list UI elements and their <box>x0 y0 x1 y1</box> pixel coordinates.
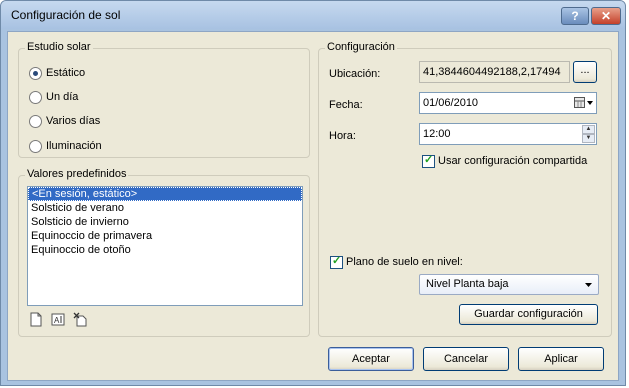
solar-study-title: Estudio solar <box>25 41 93 53</box>
ground-plane-checkbox[interactable] <box>330 254 343 269</box>
time-label: Hora: <box>329 130 356 142</box>
time-down-icon[interactable]: ▼ <box>582 134 595 143</box>
radio-multi-day-label: Varios días <box>46 115 101 127</box>
list-item[interactable]: Equinoccio de primavera <box>28 229 302 243</box>
presets-group: Valores predefinidos <En sesión, estátic… <box>18 168 310 337</box>
time-up-icon[interactable]: ▲ <box>582 125 595 134</box>
new-preset-icon[interactable] <box>29 312 43 327</box>
radio-static-label: Estático <box>46 67 86 79</box>
radio-one-day-label: Un día <box>46 91 79 103</box>
time-field[interactable]: 12:00 ▲ ▼ <box>419 123 597 145</box>
radio-static-indicator[interactable] <box>29 67 42 80</box>
calendar-dropdown-icon[interactable] <box>574 96 594 113</box>
location-field[interactable]: 41,3844604492188,2,17494 <box>419 61 570 83</box>
location-label: Ubicación: <box>329 68 381 80</box>
radio-multi-day-indicator[interactable] <box>29 115 42 128</box>
list-item[interactable]: Solsticio de verano <box>28 201 302 215</box>
presets-list[interactable]: <En sesión, estático> Solsticio de veran… <box>27 186 303 306</box>
radio-lighting-indicator[interactable] <box>29 140 42 153</box>
dialog-body: Estudio solar Estático Un día Varios día… <box>7 31 619 381</box>
date-value: 01/06/2010 <box>423 97 479 109</box>
configuration-group: Configuración Ubicación: 41,384460449218… <box>318 41 612 337</box>
shared-config-label: Usar configuración compartida <box>438 155 588 167</box>
chevron-down-icon[interactable] <box>584 275 593 294</box>
sun-settings-dialog: Configuración de sol ? ✕ Estudio solar E… <box>0 0 626 386</box>
cancel-button[interactable]: Cancelar <box>423 347 509 371</box>
title-bar[interactable]: Configuración de sol ? ✕ <box>1 1 625 29</box>
save-config-button[interactable]: Guardar configuración <box>459 304 598 325</box>
dialog-title: Configuración de sol <box>11 8 121 22</box>
rename-preset-icon[interactable]: A <box>51 312 65 327</box>
radio-lighting-label: Iluminación <box>46 140 102 152</box>
location-browse-button[interactable]: ... <box>573 61 597 83</box>
svg-text:A: A <box>54 316 60 325</box>
ground-plane-label: Plano de suelo en nivel: <box>346 256 463 268</box>
delete-preset-icon[interactable] <box>73 312 87 327</box>
configuration-title: Configuración <box>325 41 397 53</box>
solar-study-group: Estudio solar Estático Un día Varios día… <box>18 41 310 158</box>
close-button[interactable]: ✕ <box>591 7 621 25</box>
time-value: 12:00 <box>423 128 451 140</box>
presets-title: Valores predefinidos <box>25 168 129 180</box>
date-field[interactable]: 01/06/2010 <box>419 92 597 114</box>
list-item[interactable]: <En sesión, estático> <box>28 187 302 201</box>
level-select[interactable]: Nivel Planta baja <box>419 274 599 295</box>
shared-config-checkbox[interactable] <box>422 153 435 168</box>
date-label: Fecha: <box>329 99 363 111</box>
radio-one-day-indicator[interactable] <box>29 91 42 104</box>
list-item[interactable]: Equinoccio de otoño <box>28 243 302 257</box>
apply-button[interactable]: Aplicar <box>518 347 604 371</box>
help-button[interactable]: ? <box>561 7 589 25</box>
ok-button[interactable]: Aceptar <box>328 347 414 371</box>
list-item[interactable]: Solsticio de invierno <box>28 215 302 229</box>
level-value: Nivel Planta baja <box>426 278 509 290</box>
